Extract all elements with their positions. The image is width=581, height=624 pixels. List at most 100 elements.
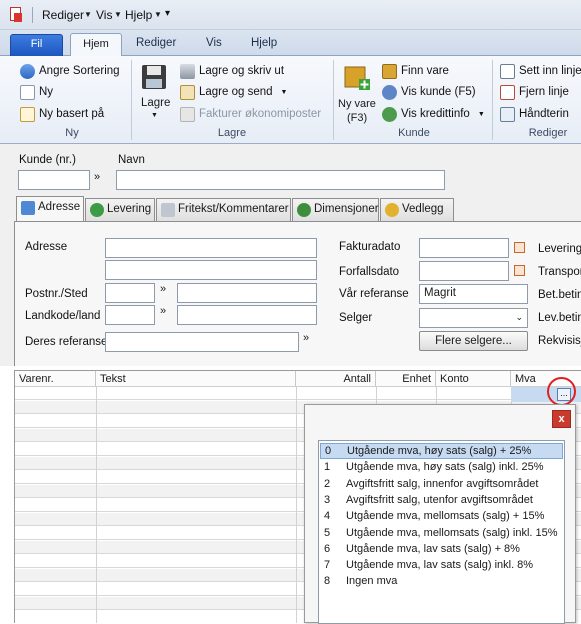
quick-access-toolbar: Rediger ▼ Vis ▼ Hjelp ▼ ▾ [0,0,581,30]
ny-vare-button[interactable]: Ny vare (F3) [337,62,379,124]
leveringsbetingelse-label: Leverings [538,243,581,255]
calendar-icon[interactable] [514,242,525,253]
tab-vedlegg[interactable]: Vedlegg [380,198,454,222]
mva-option[interactable]: 0 Utgående mva, høy sats (salg) + 25% [320,443,563,459]
mva-option-code: 4 [324,510,331,523]
selger-select[interactable]: ⌄ [419,308,528,328]
adresse-line1-input[interactable] [105,238,317,258]
adresse-line2-input[interactable] [105,260,317,280]
tab-adresse[interactable]: Adresse [16,196,84,222]
column-header-konto[interactable]: Konto [436,371,511,387]
menu-rediger[interactable]: Rediger [42,8,84,22]
app-icon[interactable] [10,7,23,23]
column-header-enhet[interactable]: Enhet [376,371,436,387]
flere-selgere-button[interactable]: Flere selgere... [419,331,528,351]
bet-betingelse-label: Bet.beting [538,289,581,301]
mva-option[interactable]: 1 Utgående mva, høy sats (salg) inkl. 25% [320,459,563,475]
ny-vare-label-1: Ny vare [338,98,376,110]
handling-icon [500,106,515,122]
postnr-input[interactable] [105,283,155,303]
finn-vare-button[interactable]: Finn vare [382,62,449,80]
finn-vare-label: Finn vare [401,65,449,77]
mva-option[interactable]: 3 Avgiftsfritt salg, utenfor avgiftsområd… [320,492,563,508]
var-referanse-input[interactable]: Magrit [419,284,528,304]
ny-basert-pa-button[interactable]: Ny basert på [20,105,104,123]
lookup-arrow-icon[interactable]: » [160,305,166,317]
undo-sort-icon [20,63,35,79]
landkode-input[interactable] [105,305,155,325]
credit-info-icon [382,106,397,122]
fakturer-label: Fakturer økonomiposter [199,108,322,120]
mva-option[interactable]: 7 Utgående mva, lav sats (salg) inkl. 8% [320,557,563,573]
lev-betingelse-label: Lev.betin [538,312,581,324]
tab-hjelp[interactable]: Hjelp [241,34,287,56]
antall-header-label: Antall [343,373,371,385]
chevron-down-icon: ▼ [477,110,485,118]
mva-option[interactable]: 5 Utgående mva, mellomsats (salg) inkl. 1… [320,525,563,541]
tab-levering[interactable]: Levering [85,198,155,222]
mva-option-code: 5 [324,526,331,539]
comments-icon [161,203,175,217]
ribbon-tab-bar: Fil Hjem Rediger Vis Hjelp [0,30,581,57]
fakturer-okonomiposter-button[interactable]: Fakturer økonomiposter [180,105,321,123]
lagre-button[interactable]: Lagre ▼ [137,62,171,124]
handtering-button[interactable]: Håndterin [500,105,569,123]
delivery-globe-icon [90,203,104,217]
customer-icon [382,84,397,100]
new-item-box-icon [343,63,371,91]
mva-option[interactable]: 4 Utgående mva, mellomsats (salg) + 15% [320,508,563,524]
vis-kunde-button[interactable]: Vis kunde (F5) [382,83,476,101]
sted-input[interactable] [177,283,317,303]
var-referanse-label: Vår referanse [339,288,409,300]
tab-vis[interactable]: Vis [196,34,232,56]
column-header-tekst[interactable]: Tekst [96,371,296,387]
fjern-linje-button[interactable]: Fjern linje [500,83,569,101]
close-button[interactable]: x [552,410,571,428]
sett-inn-linje-button[interactable]: Sett inn linje [500,62,581,80]
mva-option-text: Utgående mva, mellomsats (salg) + 15% [346,510,545,523]
deres-referanse-input[interactable] [105,332,299,352]
navn-input[interactable] [116,170,445,190]
mva-option[interactable]: 6 Utgående mva, lav sats (salg) + 8% [320,541,563,557]
angre-sortering-button[interactable]: Angre Sortering [20,62,120,80]
find-item-icon [382,63,397,79]
mva-option-code: 8 [324,575,331,588]
tab-hjem[interactable]: Hjem [70,33,122,57]
tab-rediger[interactable]: Rediger [126,34,186,56]
tab-dimensjoner[interactable]: Dimensjoner [292,198,379,222]
lagre-og-send-button[interactable]: Lagre og send ▼ [180,83,287,101]
table-row[interactable] [15,387,581,400]
calendar-icon[interactable] [514,265,525,276]
kunde-input[interactable] [18,170,90,190]
mva-option[interactable]: 8 Ingen mva [320,573,563,589]
landkode-land-label: Landkode/land [25,310,101,322]
menu-vis[interactable]: Vis [96,8,112,22]
column-header-antall[interactable]: Antall [296,371,376,387]
lookup-arrow-icon[interactable]: » [94,171,100,183]
lagre-og-skriv-ut-button[interactable]: Lagre og skriv ut [180,62,284,80]
mva-code-list[interactable]: 0 Utgående mva, høy sats (salg) + 25% 1 Utg… [318,440,565,624]
tab-vedlegg-label: Vedlegg [402,203,444,215]
lookup-arrow-icon[interactable]: » [160,283,166,295]
tab-fritekst[interactable]: Fritekst/Kommentarer [156,198,291,222]
new-document-icon [20,84,35,100]
ny-button[interactable]: Ny [20,83,53,101]
land-input[interactable] [177,305,317,325]
tab-fil[interactable]: Fil [10,34,63,56]
lookup-arrow-icon[interactable]: » [303,332,309,344]
customize-qat-button[interactable]: ▾ [165,8,170,19]
pin-icon [297,203,311,217]
remove-row-icon [500,84,515,100]
vis-kredittinfo-button[interactable]: Vis kredittinfo ▼ [382,105,485,123]
invoice-icon [180,106,195,122]
chevron-down-icon: ▼ [84,10,92,19]
menu-hjelp[interactable]: Hjelp [125,8,152,22]
highlight-circle [547,377,576,406]
chevron-down-icon: ▼ [114,10,122,19]
column-header-varenr[interactable]: Varenr. [15,371,96,387]
forfallsdato-input[interactable] [419,261,509,281]
vis-kunde-label: Vis kunde (F5) [401,86,476,98]
tab-dimensjoner-label: Dimensjoner [314,203,379,215]
fakturadato-input[interactable] [419,238,509,258]
mva-option[interactable]: 2 Avgiftsfritt salg, innenfor avgiftsområ… [320,476,563,492]
